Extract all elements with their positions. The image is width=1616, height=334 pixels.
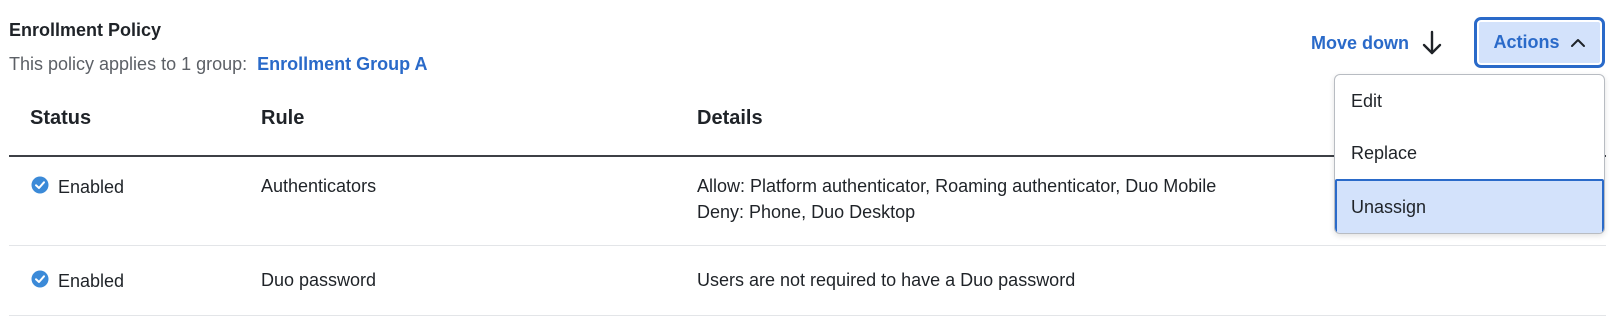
status-cell: Enabled [31, 176, 124, 199]
column-header-status[interactable]: Status [30, 107, 91, 130]
menu-item-unassign[interactable]: Unassign [1335, 179, 1604, 233]
rule-cell: Duo password [261, 270, 377, 290]
policy-applies-line: This policy applies to 1 group: Enrollme… [9, 54, 427, 75]
column-header-details[interactable]: Details [697, 107, 763, 130]
details-line: Allow: Platform authenticator, Roaming a… [697, 176, 1217, 196]
rule-cell: Authenticators [261, 176, 377, 196]
move-down-button[interactable]: Move down [1311, 30, 1443, 56]
column-header-rule[interactable]: Rule [261, 107, 304, 130]
chevron-up-icon [1570, 32, 1586, 53]
table-row[interactable]: Enabled Duo password Users are not requi… [9, 246, 1606, 316]
menu-item-replace[interactable]: Replace [1335, 127, 1604, 179]
details-line: Users are not required to have a Duo pas… [697, 270, 1076, 290]
check-circle-icon [31, 270, 49, 293]
menu-item-edit[interactable]: Edit [1335, 75, 1604, 127]
status-cell: Enabled [31, 270, 124, 293]
details-cell: Users are not required to have a Duo pas… [697, 267, 1075, 293]
policy-applies-text: This policy applies to 1 group: [9, 54, 248, 74]
actions-button[interactable]: Actions [1474, 17, 1605, 68]
details-cell: Allow: Platform authenticator, Roaming a… [697, 173, 1216, 225]
arrow-down-icon [1421, 30, 1443, 56]
group-link[interactable]: Enrollment Group A [257, 54, 427, 75]
actions-label: Actions [1493, 32, 1560, 52]
policy-title: Enrollment Policy [9, 20, 162, 40]
check-circle-icon [31, 176, 49, 199]
details-line: Deny: Phone, Duo Desktop [697, 202, 916, 222]
actions-dropdown-menu: Edit Replace Unassign [1334, 74, 1605, 234]
status-label: Enabled [58, 271, 125, 291]
status-label: Enabled [58, 177, 125, 197]
policy-panel: Enrollment Policy This policy applies to… [0, 0, 1616, 334]
move-down-label: Move down [1311, 32, 1409, 53]
